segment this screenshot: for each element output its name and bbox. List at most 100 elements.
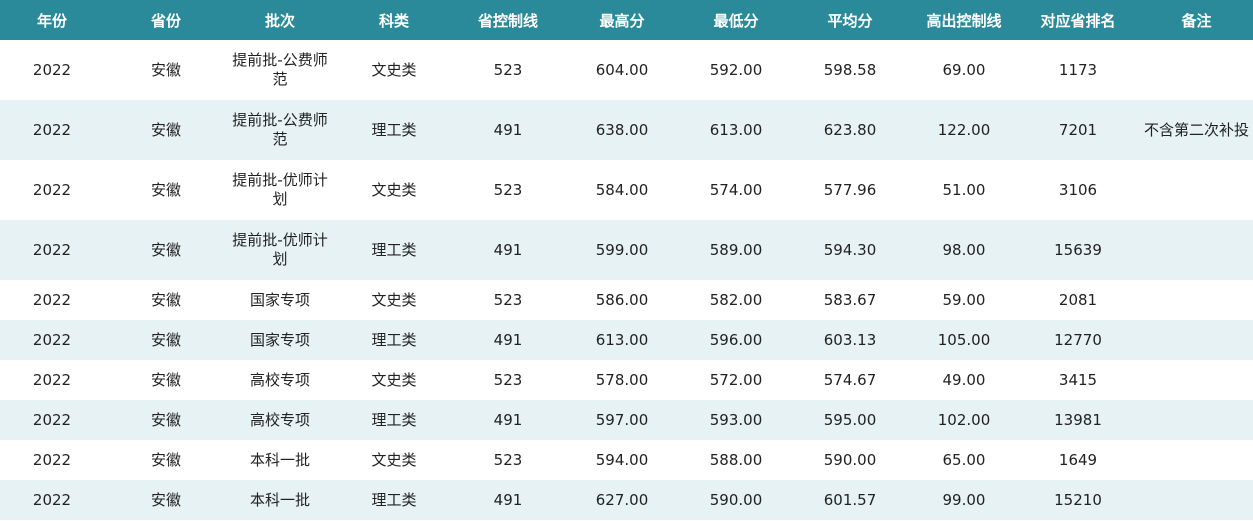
header-batch: 批次 <box>228 0 332 40</box>
cell-max-score: 578.00 <box>560 360 684 400</box>
cell-year: 2022 <box>0 400 104 440</box>
cell-remarks <box>1140 320 1253 360</box>
cell-subject: 文史类 <box>332 360 456 400</box>
table-row: 2022 安徽 本科一批 理工类 491 627.00 590.00 601.5… <box>0 480 1253 520</box>
cell-subject: 文史类 <box>332 160 456 220</box>
cell-year: 2022 <box>0 480 104 520</box>
cell-min-score: 590.00 <box>684 480 788 520</box>
cell-province-rank: 15210 <box>1016 480 1140 520</box>
cell-avg-score: 583.67 <box>788 280 912 320</box>
cell-year: 2022 <box>0 280 104 320</box>
table-row: 2022 安徽 提前批-优师计划 文史类 523 584.00 574.00 5… <box>0 160 1253 220</box>
cell-year: 2022 <box>0 100 104 160</box>
cell-province-rank: 3106 <box>1016 160 1140 220</box>
cell-control-line: 523 <box>456 440 560 480</box>
cell-max-score: 599.00 <box>560 220 684 280</box>
table-row: 2022 安徽 提前批-公费师范 理工类 491 638.00 613.00 6… <box>0 100 1253 160</box>
table-row: 2022 安徽 高校专项 理工类 491 597.00 593.00 595.0… <box>0 400 1253 440</box>
cell-above-line: 69.00 <box>912 40 1016 100</box>
header-remarks: 备注 <box>1140 0 1253 40</box>
cell-year: 2022 <box>0 40 104 100</box>
cell-batch: 本科一批 <box>228 440 332 480</box>
cell-control-line: 491 <box>456 480 560 520</box>
cell-avg-score: 603.13 <box>788 320 912 360</box>
cell-batch: 国家专项 <box>228 280 332 320</box>
cell-above-line: 122.00 <box>912 100 1016 160</box>
cell-above-line: 102.00 <box>912 400 1016 440</box>
cell-control-line: 491 <box>456 400 560 440</box>
table-row: 2022 安徽 提前批-优师计划 理工类 491 599.00 589.00 5… <box>0 220 1253 280</box>
cell-control-line: 523 <box>456 160 560 220</box>
cell-max-score: 613.00 <box>560 320 684 360</box>
cell-province-rank: 3415 <box>1016 360 1140 400</box>
cell-province-rank: 15639 <box>1016 220 1140 280</box>
cell-min-score: 588.00 <box>684 440 788 480</box>
table-row: 2022 安徽 国家专项 理工类 491 613.00 596.00 603.1… <box>0 320 1253 360</box>
cell-batch: 提前批-优师计划 <box>228 160 332 220</box>
cell-control-line: 491 <box>456 220 560 280</box>
header-max-score: 最高分 <box>560 0 684 40</box>
cell-remarks <box>1140 40 1253 100</box>
cell-max-score: 597.00 <box>560 400 684 440</box>
cell-province: 安徽 <box>104 480 228 520</box>
cell-year: 2022 <box>0 160 104 220</box>
table-row: 2022 安徽 提前批-公费师范 文史类 523 604.00 592.00 5… <box>0 40 1253 100</box>
cell-above-line: 105.00 <box>912 320 1016 360</box>
cell-batch: 提前批-优师计划 <box>228 220 332 280</box>
header-year: 年份 <box>0 0 104 40</box>
header-control-line: 省控制线 <box>456 0 560 40</box>
cell-min-score: 574.00 <box>684 160 788 220</box>
cell-year: 2022 <box>0 320 104 360</box>
cell-province: 安徽 <box>104 360 228 400</box>
table-row: 2022 安徽 本科一批 文史类 523 594.00 588.00 590.0… <box>0 440 1253 480</box>
cell-subject: 理工类 <box>332 400 456 440</box>
cell-avg-score: 590.00 <box>788 440 912 480</box>
cell-min-score: 593.00 <box>684 400 788 440</box>
header-province-rank: 对应省排名 <box>1016 0 1140 40</box>
cell-max-score: 638.00 <box>560 100 684 160</box>
cell-above-line: 65.00 <box>912 440 1016 480</box>
table-row: 2022 安徽 高校专项 文史类 523 578.00 572.00 574.6… <box>0 360 1253 400</box>
cell-province-rank: 1649 <box>1016 440 1140 480</box>
cell-subject: 理工类 <box>332 220 456 280</box>
cell-province: 安徽 <box>104 160 228 220</box>
cell-batch: 提前批-公费师范 <box>228 40 332 100</box>
cell-remarks <box>1140 440 1253 480</box>
header-subject: 科类 <box>332 0 456 40</box>
header-province: 省份 <box>104 0 228 40</box>
cell-batch: 本科一批 <box>228 480 332 520</box>
cell-control-line: 491 <box>456 100 560 160</box>
cell-province-rank: 12770 <box>1016 320 1140 360</box>
cell-year: 2022 <box>0 360 104 400</box>
cell-province-rank: 13981 <box>1016 400 1140 440</box>
cell-control-line: 523 <box>456 40 560 100</box>
cell-year: 2022 <box>0 220 104 280</box>
header-min-score: 最低分 <box>684 0 788 40</box>
cell-remarks <box>1140 280 1253 320</box>
cell-province-rank: 2081 <box>1016 280 1140 320</box>
cell-min-score: 592.00 <box>684 40 788 100</box>
cell-year: 2022 <box>0 440 104 480</box>
cell-province: 安徽 <box>104 40 228 100</box>
cell-remarks <box>1140 400 1253 440</box>
cell-remarks <box>1140 160 1253 220</box>
cell-batch: 高校专项 <box>228 360 332 400</box>
cell-subject: 理工类 <box>332 320 456 360</box>
cell-remarks <box>1140 360 1253 400</box>
cell-avg-score: 574.67 <box>788 360 912 400</box>
cell-province: 安徽 <box>104 280 228 320</box>
cell-subject: 理工类 <box>332 100 456 160</box>
cell-batch: 高校专项 <box>228 400 332 440</box>
cell-control-line: 491 <box>456 320 560 360</box>
cell-remarks <box>1140 480 1253 520</box>
cell-above-line: 99.00 <box>912 480 1016 520</box>
cell-province-rank: 1173 <box>1016 40 1140 100</box>
header-avg-score: 平均分 <box>788 0 912 40</box>
cell-avg-score: 577.96 <box>788 160 912 220</box>
cell-subject: 文史类 <box>332 40 456 100</box>
cell-province: 安徽 <box>104 440 228 480</box>
cell-max-score: 594.00 <box>560 440 684 480</box>
table-row: 2022 安徽 国家专项 文史类 523 586.00 582.00 583.6… <box>0 280 1253 320</box>
admission-scores-table: 年份 省份 批次 科类 省控制线 最高分 最低分 平均分 高出控制线 对应省排名… <box>0 0 1253 520</box>
cell-avg-score: 595.00 <box>788 400 912 440</box>
